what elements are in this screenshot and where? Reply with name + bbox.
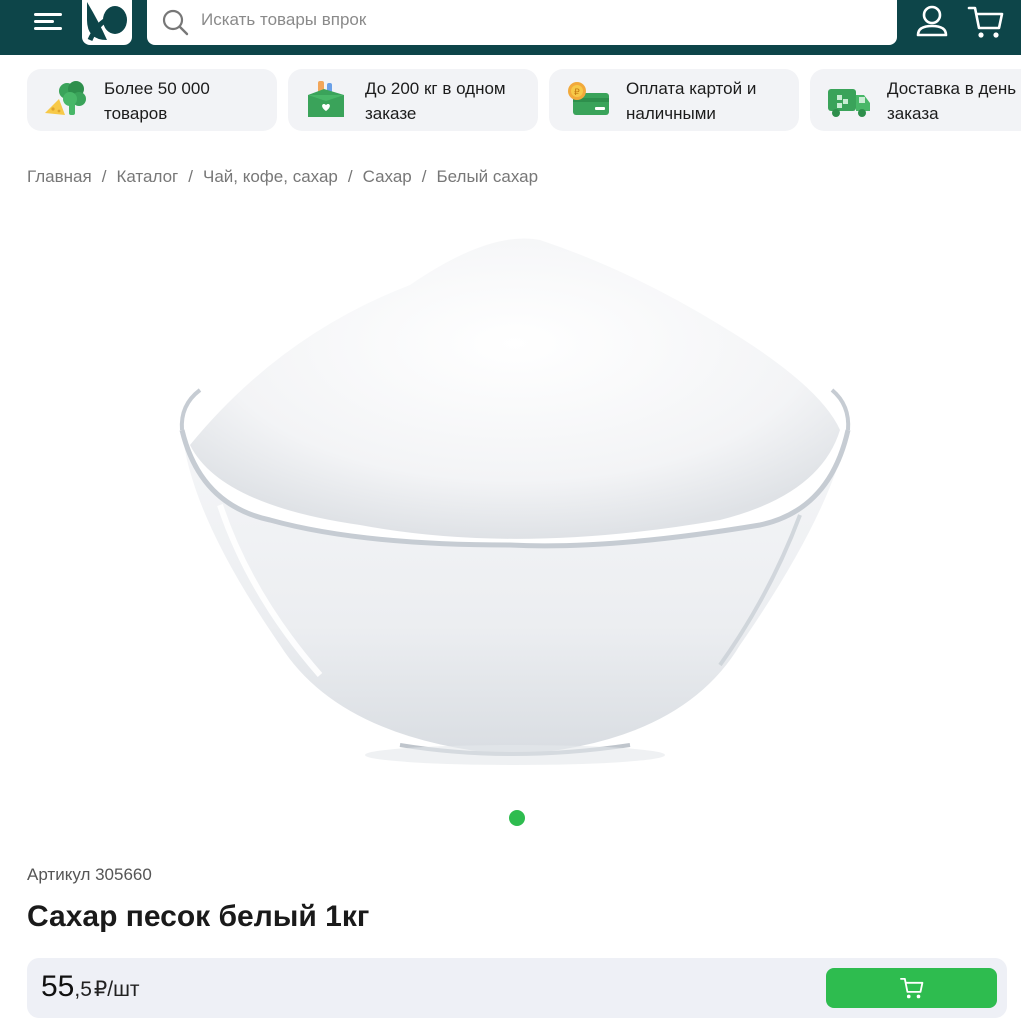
logo[interactable] xyxy=(82,0,132,45)
breadcrumb-link-tea-coffee-sugar[interactable]: Чай, кофе, сахар xyxy=(203,167,338,187)
cart-icon xyxy=(899,977,923,999)
search-icon[interactable] xyxy=(161,8,189,36)
breadcrumb-separator: / xyxy=(188,167,193,186)
card-coin-icon: ₽ xyxy=(568,82,609,115)
breadcrumb-link-sugar[interactable]: Сахар xyxy=(363,167,412,187)
menu-icon[interactable] xyxy=(30,6,66,36)
broccoli-cheese-icon xyxy=(45,81,86,115)
search-box xyxy=(147,0,897,45)
product-price: 55 ,5 ₽/шт xyxy=(41,970,140,1004)
cart-icon[interactable] xyxy=(966,2,1006,42)
breadcrumb-link-home[interactable]: Главная xyxy=(27,167,92,187)
gallery-dot-indicator[interactable] xyxy=(509,810,525,826)
feature-list: Более 50 000 товаров До 200 кг в одном з… xyxy=(27,69,1021,131)
delivery-truck-icon xyxy=(828,89,870,117)
price-fraction: ,5 xyxy=(74,978,92,1001)
feature-item-weight: До 200 кг в одном заказе xyxy=(288,69,538,131)
header-bar xyxy=(0,0,1021,55)
breadcrumb: Главная / Каталог / Чай, кофе, сахар / С… xyxy=(27,165,538,189)
sugar-bowl-image xyxy=(179,238,851,765)
add-to-cart-button[interactable] xyxy=(826,968,997,1008)
feature-item-assortment: Более 50 000 товаров xyxy=(27,69,277,131)
feature-text: Оплата картой и наличными xyxy=(626,79,757,123)
feature-text: Доставка в день заказа xyxy=(887,79,1017,123)
grocery-box-icon xyxy=(308,81,344,117)
feature-item-delivery: Доставка в день заказа xyxy=(810,69,1021,131)
breadcrumb-separator: / xyxy=(421,167,427,186)
product-article: Артикул 305660 xyxy=(27,865,152,884)
feature-item-payment: ₽ Оплата картой и наличными xyxy=(549,69,799,131)
user-icon[interactable] xyxy=(912,2,952,42)
svg-text:₽: ₽ xyxy=(574,88,580,98)
breadcrumb-separator: / xyxy=(101,167,107,186)
product-title: Сахар песок белый 1кг xyxy=(27,900,370,933)
breadcrumb-separator: / xyxy=(347,167,353,186)
feature-text: До 200 кг в одном заказе xyxy=(365,79,506,123)
breadcrumb-current: Белый сахар xyxy=(436,167,539,186)
price-unit: ₽/шт xyxy=(93,978,140,1001)
price-bar: 55 ,5 ₽/шт xyxy=(27,958,1007,1018)
feature-text: Более 50 000 товаров xyxy=(104,79,210,123)
price-integer: 55 xyxy=(41,970,75,1003)
search-input[interactable] xyxy=(201,0,881,40)
breadcrumb-link-catalog[interactable]: Каталог xyxy=(116,167,178,187)
